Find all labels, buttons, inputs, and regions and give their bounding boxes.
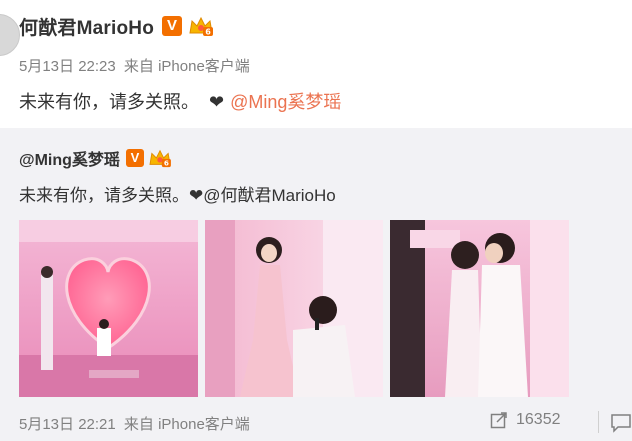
- share-button[interactable]: 16352: [490, 411, 561, 429]
- repost-source-prefix: 来自: [123, 416, 154, 433]
- repost-header: @Ming奚梦瑶 V 6: [19, 146, 172, 170]
- avatar[interactable]: [0, 14, 20, 56]
- heart-icon: ❤: [209, 92, 225, 112]
- post-time[interactable]: 5月13日 22:23: [19, 58, 116, 75]
- share-icon: [490, 411, 508, 429]
- svg-text:6: 6: [164, 159, 169, 168]
- post-header: 何猷君MarioHo V 6: [19, 12, 214, 40]
- post-text-body: 未来有你，请多关照。: [19, 92, 199, 112]
- post-author-name[interactable]: 何猷君MarioHo: [19, 13, 154, 40]
- repost-time[interactable]: 5月13日 22:21: [19, 416, 116, 433]
- repost-meta: 5月13日 22:21 来自 iPhone客户端: [19, 413, 250, 434]
- post-meta: 5月13日 22:23 来自 iPhone客户端: [19, 55, 250, 76]
- post-source-prefix: 来自: [123, 58, 154, 75]
- photo-thumbnail[interactable]: [390, 220, 569, 397]
- crown-badge-icon[interactable]: 6: [188, 15, 214, 37]
- repost-container: @Ming奚梦瑶 V 6 未来有你，请多关照。❤@何猷君MarioHo 5月13…: [0, 128, 632, 441]
- repost-source[interactable]: iPhone客户端: [158, 416, 250, 433]
- post-source[interactable]: iPhone客户端: [158, 58, 250, 75]
- photo-thumbnail[interactable]: [19, 220, 198, 397]
- post-mention-link[interactable]: @Ming奚梦瑶: [230, 92, 341, 112]
- svg-text:6: 6: [205, 28, 211, 37]
- action-divider: [598, 411, 599, 433]
- repost-text: 未来有你，请多关照。❤@何猷君MarioHo: [19, 181, 336, 206]
- post-text: 未来有你，请多关照。 ❤ @Ming奚梦瑶: [19, 88, 341, 114]
- repost-mention-link[interactable]: @何猷君MarioHo: [203, 186, 336, 205]
- repost-text-body: 未来有你，请多关照。: [19, 186, 189, 205]
- heart-icon: ❤: [189, 186, 204, 205]
- comment-icon[interactable]: [610, 413, 632, 433]
- repost-author-name[interactable]: @Ming奚梦瑶: [19, 146, 120, 170]
- share-count: 16352: [516, 411, 561, 428]
- crown-badge-icon[interactable]: 6: [148, 148, 172, 168]
- photo-thumbnail[interactable]: [205, 220, 383, 397]
- v-badge-icon[interactable]: V: [162, 16, 183, 36]
- v-badge-icon[interactable]: V: [125, 149, 144, 167]
